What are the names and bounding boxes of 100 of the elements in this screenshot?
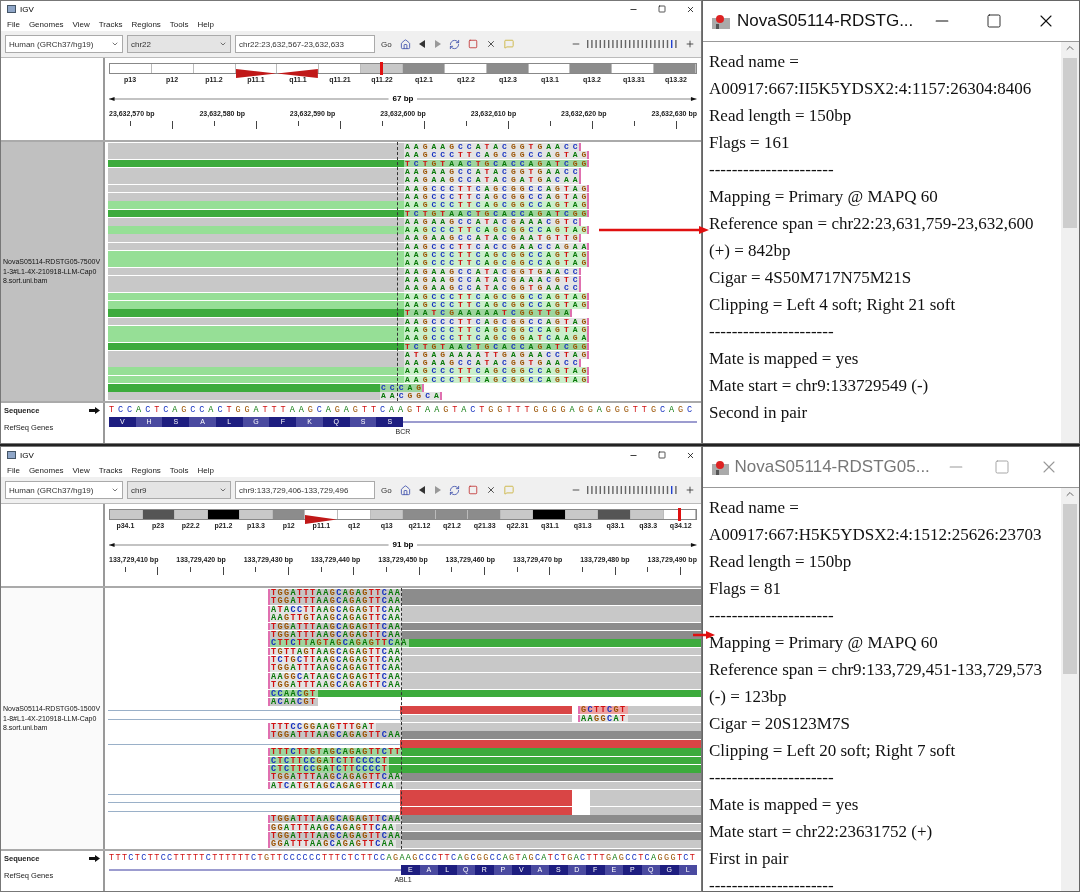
- window-title: NovaS05114-RDSTG...: [736, 11, 914, 31]
- menu-item[interactable]: Regions: [131, 465, 161, 475]
- maximize-icon[interactable]: [658, 451, 666, 459]
- read-bases: TGGATTTAAGCAGAGTTCAA: [268, 731, 403, 740]
- chromosome-dropdown[interactable]: chr22: [127, 35, 231, 53]
- read-info-line: Mate start = chr22:23631752 (+): [709, 821, 934, 843]
- close-icon[interactable]: [686, 4, 695, 14]
- read-info-line: Read name =: [709, 497, 800, 519]
- forward-icon[interactable]: [433, 40, 441, 48]
- read-bases: TGGATTTAAGCAGAGTTCAA: [268, 589, 403, 597]
- read-info-line: Flags = 161: [709, 132, 791, 154]
- genome-dropdown[interactable]: Human (GRCh37/hg19): [5, 481, 123, 499]
- home-icon[interactable]: [399, 484, 411, 496]
- menu-item[interactable]: Tools: [169, 465, 189, 475]
- read-info-line: Clipping = Left 20 soft; Right 7 soft: [709, 740, 957, 762]
- read-info-line: Mate is mapped = yes: [709, 794, 860, 816]
- app-icon: [711, 458, 729, 476]
- read-info-line: Mapping = Primary @ MAPQ 60: [709, 632, 939, 654]
- chevron-down-icon[interactable]: [219, 486, 227, 494]
- read-info-line: ----------------------: [709, 321, 835, 343]
- back-icon[interactable]: [418, 486, 426, 494]
- menu-item[interactable]: Tools: [169, 19, 189, 29]
- read-info-line: Read length = 150bp: [709, 551, 853, 573]
- read-info-line: Reference span = chr9:133,729,451-133,729,573: [709, 659, 1043, 681]
- region-icon[interactable]: [467, 39, 478, 49]
- chevron-down-icon[interactable]: [219, 40, 227, 48]
- read-info-line: First in pair: [709, 848, 790, 870]
- read-info-line: ----------------------: [709, 159, 835, 181]
- read-bases: ATACCTTAAGCAGAGTTCAA: [268, 605, 403, 614]
- reference-sequence: T C C A C T C A G C C A C T G G A T T T A A G C A G A G T T C A A G T A A G T A C T G G T T T G G G G A G G A G G G T T G C A G C: [109, 404, 694, 416]
- read-bases: TGGATTTAAGCAGAGTTCAA: [268, 597, 403, 606]
- read-bases: CTCTTCCGATCTTCCCCT: [268, 764, 390, 773]
- read-bases: GGATTTAAGCAGAGTTCAA: [268, 840, 396, 849]
- menu-item[interactable]: Regions: [131, 19, 161, 29]
- menu-item[interactable]: Help: [197, 19, 214, 29]
- strand-arrow-icon[interactable]: [89, 855, 100, 862]
- window-title: NovaS05114-RDSTG05...: [734, 457, 930, 477]
- zoom-in-icon[interactable]: [685, 485, 695, 495]
- span-label: 91 bp: [392, 540, 414, 549]
- locus-field[interactable]: chr22:23,632,567-23,632,633: [235, 35, 375, 53]
- read-info-line: Reference span = chr22:23,631,759-23,632,600: [709, 213, 1035, 235]
- menu-item[interactable]: Genomes: [28, 465, 64, 475]
- close-icon[interactable]: [686, 450, 695, 460]
- read-bases: TTTCTTGTAGCAGAGTTCTT: [268, 748, 403, 756]
- scrollbar-thumb[interactable]: [1063, 504, 1077, 674]
- home-icon[interactable]: [399, 38, 411, 50]
- app-icon: [711, 12, 731, 30]
- read-bases: TGGATTTAAGCAGAGTTCAA: [268, 815, 403, 823]
- menu-item[interactable]: Tracks: [98, 19, 123, 29]
- close-icon[interactable]: [485, 485, 496, 495]
- read-bases: A A G C C C T T C A G C G G C C A G T A G: [404, 375, 590, 384]
- menu-item[interactable]: Tracks: [98, 465, 123, 475]
- zoom-scale-drawing[interactable]: [587, 39, 679, 49]
- read-bases: TGGATTTAAGCAGAGTTCAA: [268, 681, 403, 689]
- read-bases: ACAACGT: [268, 697, 318, 706]
- read-bases: A A G C C C T T C A G C G G C C A G T A G: [404, 201, 590, 209]
- read-info-line: Mapping = Primary @ MAPQ 60: [709, 186, 939, 208]
- read-info-line: (-) = 123bp: [709, 686, 788, 708]
- scrollbar-thumb[interactable]: [1063, 58, 1077, 228]
- refresh-icon[interactable]: [448, 484, 460, 496]
- read-info-line: Cigar = 4S50M717N75M21S: [709, 267, 913, 289]
- back-icon[interactable]: [418, 40, 426, 48]
- chevron-down-icon[interactable]: [111, 486, 119, 494]
- reference-sequence: TTTCTCTTCCTTTTTCTTTTTTCTGTTCCCCCCTTTCTCTTCCAGAAGCCCTTCAGCGGCCAGTAGCATCTGACTTTGAGCCTCAGGGTCT: [109, 852, 697, 864]
- locus-field[interactable]: chr9:133,729,406-133,729,496: [235, 481, 375, 499]
- read-bases: T A A T C G A A A A A T C G G T T G A: [404, 309, 572, 317]
- read-info-line: A00917:667:II5K5YDSX2:4:1157:26304:8406: [709, 78, 1033, 100]
- menu-item[interactable]: File: [7, 19, 20, 29]
- menu-item[interactable]: View: [72, 19, 90, 29]
- read-bases: TGGATTTAAGCAGAGTTCAA: [268, 630, 403, 639]
- read-bases: TTTCCGGAAGTTTGAT: [268, 723, 377, 731]
- menu-item[interactable]: View: [72, 465, 90, 475]
- refresh-icon[interactable]: [448, 38, 460, 50]
- zoom-scale-drawing[interactable]: [587, 485, 679, 495]
- app-icon: [7, 5, 16, 13]
- read-info-line: Mate start = chr9:133729549 (-): [709, 375, 930, 397]
- menu-item[interactable]: Help: [197, 465, 214, 475]
- genome-dropdown[interactable]: Human (GRCh37/hg19): [5, 35, 123, 53]
- read-info-line: ----------------------: [709, 875, 835, 891]
- forward-icon[interactable]: [433, 486, 441, 494]
- menu-item[interactable]: File: [7, 465, 20, 475]
- zoom-in-icon[interactable]: [685, 39, 695, 49]
- menu-item[interactable]: Genomes: [28, 19, 64, 29]
- go-button[interactable]: Go: [379, 35, 394, 53]
- close-icon[interactable]: [485, 39, 496, 49]
- app-icon: [7, 451, 16, 459]
- read-info-line: (+) = 842bp: [709, 240, 792, 262]
- strand-arrow-icon[interactable]: [89, 407, 100, 414]
- read-info-line: Read length = 150bp: [709, 105, 853, 127]
- read-bases: A A G C C C T T C A G C G G A T C A A G A: [404, 334, 590, 342]
- maximize-icon[interactable]: [658, 5, 666, 13]
- chevron-down-icon[interactable]: [111, 40, 119, 48]
- go-button[interactable]: Go: [379, 481, 394, 499]
- read-bases: A A C G G C A: [380, 392, 442, 401]
- chromosome-dropdown[interactable]: chr9: [127, 481, 231, 499]
- span-label: 67 bp: [392, 94, 414, 103]
- region-icon[interactable]: [467, 485, 478, 495]
- read-info-line: Flags = 81: [709, 578, 782, 600]
- read-info-line: ----------------------: [709, 605, 835, 627]
- read-info-line: ----------------------: [709, 767, 835, 789]
